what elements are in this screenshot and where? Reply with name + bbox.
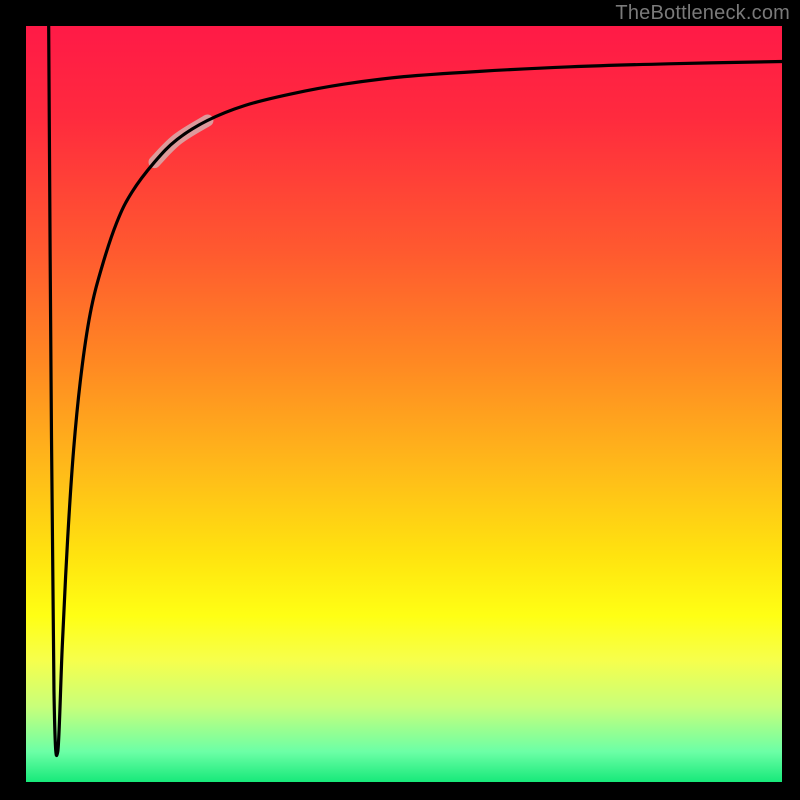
chart-frame: TheBottleneck.com [0,0,800,800]
curve-layer [26,26,782,782]
highlight-segment [155,121,208,163]
attribution-label: TheBottleneck.com [615,2,790,25]
plot-area [26,26,782,782]
main-curve [49,26,782,756]
